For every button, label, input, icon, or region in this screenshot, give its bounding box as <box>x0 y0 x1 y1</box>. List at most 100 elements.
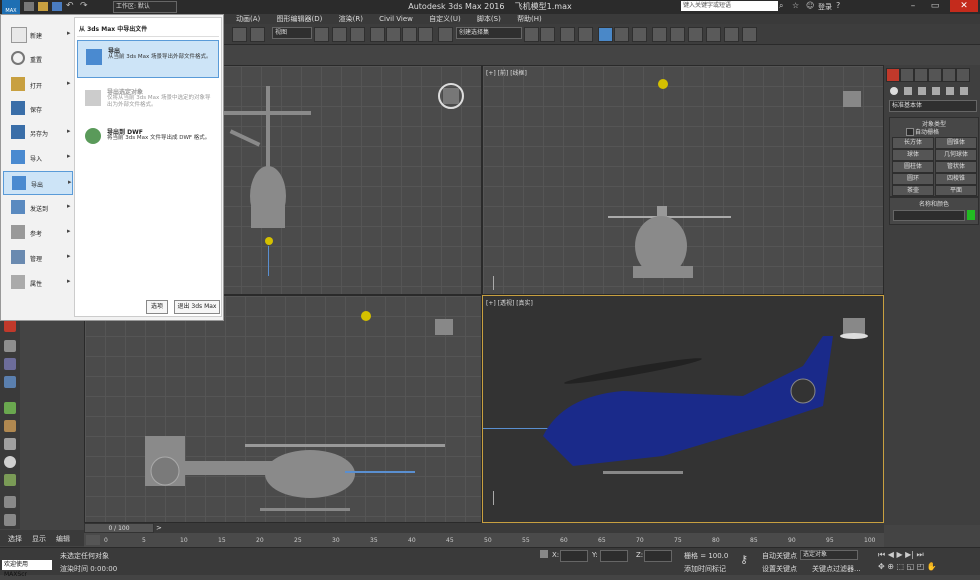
spinner-snap-icon[interactable] <box>418 27 433 42</box>
teapot-button[interactable]: 茶壶 <box>892 185 934 196</box>
keyboard-shortcut-icon[interactable] <box>350 27 365 42</box>
rendered-frame-icon[interactable] <box>670 27 685 42</box>
torus-button[interactable]: 圆环 <box>892 173 934 185</box>
menu-import[interactable]: 导入 ▸ <box>3 146 73 170</box>
options-button[interactable]: 选项 <box>146 300 168 314</box>
export-dwf-option[interactable]: 导出到 DWF 将当前 3ds Max 文件导出成 DWF 格式。 <box>77 122 219 154</box>
link-icon[interactable] <box>232 27 247 42</box>
object-name-input[interactable] <box>893 210 965 221</box>
time-slider[interactable]: 0 / 100 > <box>84 523 884 533</box>
render-iterative-icon[interactable] <box>706 27 721 42</box>
menu-manage[interactable]: 管理 ▸ <box>3 246 73 270</box>
help-icon[interactable]: ? <box>836 1 840 10</box>
x-coordinate-input[interactable] <box>560 550 588 562</box>
object-color-swatch[interactable] <box>967 210 975 220</box>
login-link[interactable]: 登录 <box>818 2 832 12</box>
menu-animation[interactable]: 动画(A) <box>236 15 260 23</box>
hierarchy-tab-icon[interactable] <box>914 68 928 82</box>
systems-icon[interactable] <box>960 87 968 95</box>
next-frame-icon[interactable]: > <box>156 524 162 532</box>
tab-select[interactable]: 选择 <box>8 534 22 544</box>
tool-icon-9[interactable] <box>4 474 16 486</box>
exit-button[interactable]: 退出 3ds Max <box>174 300 220 314</box>
pyramid-button[interactable]: 四棱锥 <box>935 173 977 185</box>
angle-snap-icon[interactable] <box>386 27 401 42</box>
render-setup-icon[interactable] <box>652 27 667 42</box>
geometry-icon[interactable] <box>890 87 898 95</box>
user-icon[interactable]: ☺ <box>806 1 814 10</box>
set-key-button[interactable]: 设置关键点 <box>762 564 797 574</box>
maximize-button[interactable]: ▭ <box>925 0 945 12</box>
close-button[interactable]: ✕ <box>950 0 978 12</box>
time-slider-thumb[interactable]: 0 / 100 <box>84 523 154 533</box>
create-tab-icon[interactable] <box>886 68 900 82</box>
menu-export[interactable]: 导出 ▸ <box>3 171 73 195</box>
name-color-title[interactable]: 名称和颜色 <box>890 199 978 208</box>
cone-button[interactable]: 圆锥体 <box>935 137 977 149</box>
playback-controls[interactable]: ⏮ ◀ ▶ ▶| ⏭ <box>878 550 924 560</box>
lock-selection-icon[interactable] <box>540 550 548 558</box>
y-coordinate-input[interactable] <box>600 550 628 562</box>
tool-icon-10[interactable] <box>4 496 16 508</box>
search-input[interactable]: 键入关键字或短语 <box>681 1 778 11</box>
auto-key-button[interactable]: 自动关键点 <box>762 551 797 561</box>
tool-icon-6[interactable] <box>4 420 16 432</box>
select-manipulate-icon[interactable] <box>332 27 347 42</box>
z-coordinate-input[interactable] <box>644 550 672 562</box>
menu-save[interactable]: 保存 <box>3 97 73 121</box>
menu-open[interactable]: 打开 ▸ <box>3 73 73 97</box>
tool-icon-3[interactable] <box>4 358 16 370</box>
sphere-button[interactable]: 球体 <box>892 149 934 161</box>
cylinder-button[interactable]: 圆柱体 <box>892 161 934 173</box>
named-selection-dropdown[interactable]: 创建选择集 <box>456 27 522 39</box>
add-time-tag[interactable]: 添加时间标记 <box>684 564 726 574</box>
layer-manager-icon[interactable] <box>560 27 575 42</box>
autogrid-checkbox[interactable] <box>906 128 914 136</box>
tube-button[interactable]: 管状体 <box>935 161 977 173</box>
pivot-icon[interactable] <box>314 27 329 42</box>
menu-scripting[interactable]: 脚本(S) <box>477 15 501 23</box>
category-dropdown[interactable]: 标准基本体 <box>889 100 977 112</box>
render-cloud-icon[interactable] <box>724 27 739 42</box>
reference-coordinate-dropdown[interactable]: 视图 <box>272 27 312 39</box>
display-tab-icon[interactable] <box>942 68 956 82</box>
render-online-icon[interactable] <box>742 27 757 42</box>
mini-curve-editor-icon[interactable] <box>86 535 100 545</box>
menu-rendering[interactable]: 渲染(R) <box>339 15 363 23</box>
menu-references[interactable]: 参考 ▸ <box>3 221 73 245</box>
track-bar[interactable]: 0 5 10 15 20 25 30 35 40 45 50 55 60 65 70 75 80 85 90 95 10… <box>84 533 884 547</box>
tool-icon-2[interactable] <box>4 340 16 352</box>
tool-icon-7[interactable] <box>4 438 16 450</box>
viewport-perspective[interactable]: [+] [透视] [真实] <box>482 295 884 523</box>
tool-icon-1[interactable] <box>4 320 16 332</box>
menu-customize[interactable]: 自定义(U) <box>429 15 461 23</box>
tab-edit[interactable]: 编辑 <box>56 534 70 544</box>
edit-named-selection-icon[interactable] <box>438 27 453 42</box>
utilities-tab-icon[interactable] <box>956 68 970 82</box>
cameras-icon[interactable] <box>932 87 940 95</box>
export-selected-option[interactable]: 导出选定对象 仅将从当前 3ds Max 场景中选定的对象导出为外部文件格式。 <box>77 82 219 120</box>
mirror-icon[interactable] <box>524 27 539 42</box>
select-filter-icon[interactable] <box>250 27 265 42</box>
viewport-front[interactable]: [+] [前] [线框] <box>482 65 884 295</box>
key-mode-dropdown[interactable]: 选定对象 <box>800 550 858 560</box>
menu-properties[interactable]: 属性 ▸ <box>3 271 73 295</box>
menu-new[interactable]: 新建 ▸ <box>3 23 73 47</box>
box-button[interactable]: 长方体 <box>892 137 934 149</box>
tool-icon-5[interactable] <box>4 402 16 414</box>
menu-save-as[interactable]: 另存为 ▸ <box>3 121 73 145</box>
geosphere-button[interactable]: 几何球体 <box>935 149 977 161</box>
menu-graph-editors[interactable]: 图形编辑器(D) <box>277 15 323 23</box>
menu-civil-view[interactable]: Civil View <box>379 15 413 23</box>
graphite-ribbon-icon[interactable] <box>578 27 593 42</box>
key-filters-button[interactable]: 关键点过滤器... <box>812 564 861 574</box>
align-icon[interactable] <box>540 27 555 42</box>
lights-icon[interactable] <box>918 87 926 95</box>
render-production-icon[interactable] <box>688 27 703 42</box>
infocenter-icon[interactable]: ☆ <box>792 1 799 10</box>
tool-icon-4[interactable] <box>4 376 16 388</box>
key-icon[interactable]: ⚷ <box>740 553 748 566</box>
tab-display[interactable]: 显示 <box>32 534 46 544</box>
material-editor-icon[interactable] <box>632 27 647 42</box>
helpers-icon[interactable] <box>946 87 954 95</box>
